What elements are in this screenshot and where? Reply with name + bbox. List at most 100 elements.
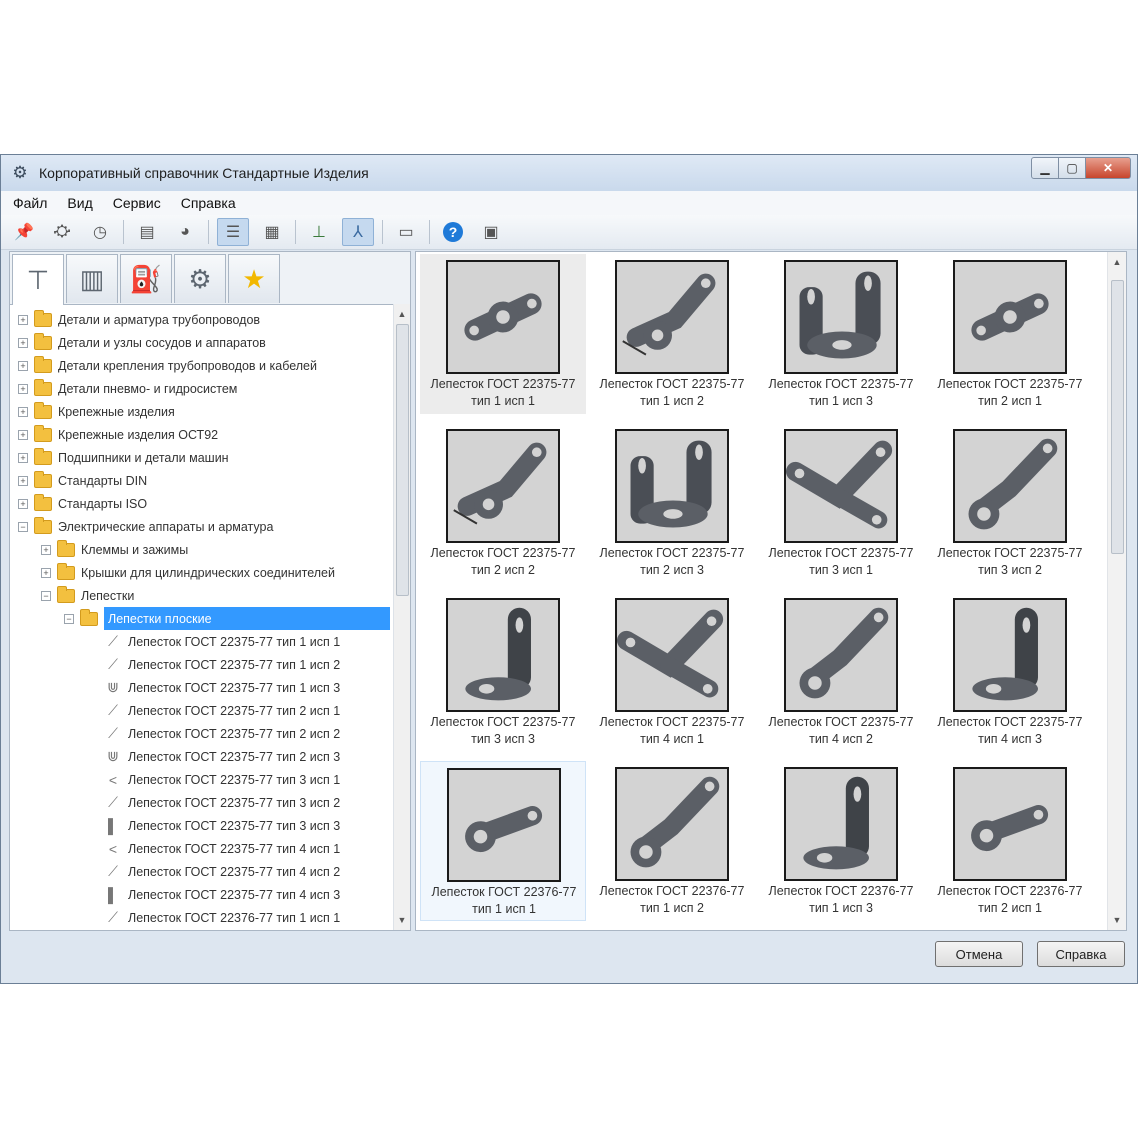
- title-bar[interactable]: ⚙ Корпоративный справочник Стандартные И…: [1, 155, 1137, 191]
- part-thumbnail[interactable]: Лепесток ГОСТ 22375-77 тип 2 исп 1: [927, 254, 1093, 414]
- expand-icon[interactable]: +: [18, 383, 28, 394]
- part-thumbnail[interactable]: Лепесток ГОСТ 22375-77 тип 1 исп 2: [589, 254, 755, 414]
- tree-item[interactable]: ⟋ Лепесток ГОСТ 22375-77 тип 2 исп 2: [104, 722, 340, 745]
- tree-item[interactable]: ▌ Лепесток ГОСТ 22375-77 тип 3 исп 3: [104, 814, 340, 837]
- part-caption-line1: Лепесток ГОСТ 22375-77: [768, 715, 914, 729]
- expand-icon[interactable]: +: [18, 498, 28, 509]
- minimize-button[interactable]: ▁: [1031, 157, 1059, 179]
- gear-icon[interactable]: ⚙: [174, 254, 226, 303]
- part-thumbnail[interactable]: Лепесток ГОСТ 22375-77 тип 2 исп 3: [589, 423, 755, 583]
- part-image: [953, 429, 1067, 543]
- tree-folder[interactable]: + Подшипники и детали машин: [18, 446, 229, 469]
- scroll-thumb[interactable]: [396, 324, 409, 596]
- axis-3d-icon[interactable]: ⅄: [342, 218, 374, 246]
- binoculars-icon[interactable]: ⛮: [47, 218, 77, 246]
- scroll-up-icon[interactable]: ▲: [394, 306, 410, 322]
- part-thumbnail[interactable]: Лепесток ГОСТ 22375-77 тип 2 исп 2: [420, 423, 586, 583]
- menu-bar: Файл Вид Сервис Справка: [1, 191, 1137, 215]
- table-view-icon[interactable]: ▦: [257, 218, 287, 246]
- tree-item[interactable]: < Лепесток ГОСТ 22375-77 тип 4 исп 1: [104, 837, 340, 860]
- scroll-down-icon[interactable]: ▼: [1108, 912, 1126, 928]
- maximize-button[interactable]: ▢: [1059, 157, 1086, 179]
- part-thumbnail[interactable]: Лепесток ГОСТ 22376-77 тип 2 исп 1: [927, 761, 1093, 921]
- menu-view[interactable]: Вид: [59, 195, 100, 211]
- scroll-up-icon[interactable]: ▲: [1108, 254, 1126, 270]
- tree-item[interactable]: ⟋ Лепесток ГОСТ 22375-77 тип 2 исп 1: [104, 699, 340, 722]
- tree-item[interactable]: ⋓ Лепесток ГОСТ 22375-77 тип 2 исп 3: [104, 745, 340, 768]
- sync-icon[interactable]: ◕: [170, 218, 200, 246]
- tree-folder[interactable]: + Стандарты DIN: [18, 469, 147, 492]
- tree-item[interactable]: ⟋ Лепесток ГОСТ 22375-77 тип 1 исп 2: [104, 653, 340, 676]
- menu-help[interactable]: Справка: [173, 195, 244, 211]
- part-thumbnail[interactable]: Лепесток ГОСТ 22375-77 тип 3 исп 1: [758, 423, 924, 583]
- part-thumbnail[interactable]: Лепесток ГОСТ 22375-77 тип 4 исп 1: [589, 592, 755, 752]
- part-thumbnail[interactable]: Лепесток ГОСТ 22376-77 тип 1 исп 1: [420, 761, 586, 921]
- book-icon[interactable]: ▥: [66, 254, 118, 303]
- save-icon[interactable]: ▤: [132, 218, 162, 246]
- tree-folder[interactable]: + Детали и узлы сосудов и аппаратов: [18, 331, 266, 354]
- fitting-icon[interactable]: ⛽: [120, 254, 172, 303]
- expand-icon[interactable]: +: [41, 544, 51, 555]
- tree-folder[interactable]: + Детали и арматура трубопроводов: [18, 308, 260, 331]
- help-button[interactable]: Справка: [1037, 941, 1125, 967]
- star-icon[interactable]: ★: [228, 254, 280, 303]
- menu-file[interactable]: Файл: [5, 195, 55, 211]
- tree-item[interactable]: ▌ Лепесток ГОСТ 22375-77 тип 4 исп 3: [104, 883, 340, 906]
- tree-scrollbar[interactable]: ▲ ▼: [393, 304, 410, 930]
- tree-item[interactable]: ⋓ Лепесток ГОСТ 22375-77 тип 1 исп 3: [104, 676, 340, 699]
- scroll-down-icon[interactable]: ▼: [394, 912, 410, 928]
- part-icon: ⟋: [108, 702, 118, 718]
- tree-folder[interactable]: + Клеммы и зажимы: [41, 538, 188, 561]
- part-thumbnail[interactable]: Лепесток ГОСТ 22375-77 тип 3 исп 3: [420, 592, 586, 752]
- window-icon[interactable]: ▭: [391, 218, 421, 246]
- axis-2d-icon[interactable]: ⊥: [304, 218, 334, 246]
- menu-service[interactable]: Сервис: [105, 195, 169, 211]
- part-thumbnail[interactable]: Лепесток ГОСТ 22375-77 тип 4 исп 3: [927, 592, 1093, 752]
- tree-folder-selected[interactable]: − Лепестки плоские: [64, 607, 390, 630]
- expand-icon[interactable]: +: [18, 337, 28, 348]
- tree-folder-label: Лепестки: [81, 588, 135, 603]
- tree-folder[interactable]: + Крепежные изделия ОСТ92: [18, 423, 218, 446]
- tree-item[interactable]: ⟋ Лепесток ГОСТ 22375-77 тип 3 исп 2: [104, 791, 340, 814]
- part-thumbnail[interactable]: Лепесток ГОСТ 22375-77 тип 1 исп 3: [758, 254, 924, 414]
- part-icon: ⟋: [108, 656, 118, 672]
- collapse-icon[interactable]: −: [41, 590, 51, 601]
- tree-item-label: Лепесток ГОСТ 22375-77 тип 2 исп 3: [128, 749, 341, 764]
- tree-folder[interactable]: − Лепестки: [41, 584, 134, 607]
- tree-folder[interactable]: + Стандарты ISO: [18, 492, 147, 515]
- expand-icon[interactable]: +: [18, 360, 28, 371]
- expand-icon[interactable]: +: [41, 567, 51, 578]
- part-thumbnail[interactable]: Лепесток ГОСТ 22375-77 тип 3 исп 2: [927, 423, 1093, 583]
- part-thumbnail[interactable]: Лепесток ГОСТ 22376-77 тип 1 исп 2: [589, 761, 755, 921]
- info-icon[interactable]: ▣: [476, 218, 506, 246]
- tree-folder[interactable]: + Крепежные изделия: [18, 400, 175, 423]
- clock-icon[interactable]: ◷: [85, 218, 115, 246]
- tree-folder[interactable]: + Детали пневмо- и гидросистем: [18, 377, 237, 400]
- tree-folder[interactable]: − Электрические аппараты и арматура: [18, 515, 273, 538]
- tree-folder[interactable]: + Крышки для цилиндрических соединителей: [41, 561, 335, 584]
- expand-icon[interactable]: +: [18, 475, 28, 486]
- bolt-icon[interactable]: ⊤: [12, 254, 64, 305]
- preview-scrollbar[interactable]: ▲ ▼: [1107, 252, 1126, 930]
- part-thumbnail[interactable]: Лепесток ГОСТ 22375-77 тип 1 исп 1: [420, 254, 586, 414]
- tree-item[interactable]: ⟋ Лепесток ГОСТ 22376-77 тип 1 исп 1: [104, 906, 340, 929]
- part-thumbnail[interactable]: Лепесток ГОСТ 22376-77 тип 1 исп 3: [758, 761, 924, 921]
- collapse-icon[interactable]: −: [64, 613, 74, 624]
- close-button[interactable]: ✕: [1086, 157, 1131, 179]
- pin-icon[interactable]: 📌: [9, 218, 39, 246]
- collapse-icon[interactable]: −: [18, 521, 28, 532]
- expand-icon[interactable]: +: [18, 452, 28, 463]
- tree-item[interactable]: ⟋ Лепесток ГОСТ 22375-77 тип 1 исп 1: [104, 630, 340, 653]
- expand-icon[interactable]: +: [18, 429, 28, 440]
- tree-folder[interactable]: + Детали крепления трубопроводов и кабеле…: [18, 354, 317, 377]
- help-icon[interactable]: ?: [438, 218, 468, 246]
- tree-item[interactable]: < Лепесток ГОСТ 22375-77 тип 3 исп 1: [104, 768, 340, 791]
- expand-icon[interactable]: +: [18, 314, 28, 325]
- part-thumbnail[interactable]: Лепесток ГОСТ 22375-77 тип 4 исп 2: [758, 592, 924, 752]
- tree-item-label: Лепесток ГОСТ 22375-77 тип 4 исп 2: [128, 864, 341, 879]
- cancel-button[interactable]: Отмена: [935, 941, 1023, 967]
- scroll-thumb[interactable]: [1111, 280, 1124, 554]
- tree-item[interactable]: ⟋ Лепесток ГОСТ 22375-77 тип 4 исп 2: [104, 860, 340, 883]
- list-view-icon[interactable]: ☰: [217, 218, 249, 246]
- expand-icon[interactable]: +: [18, 406, 28, 417]
